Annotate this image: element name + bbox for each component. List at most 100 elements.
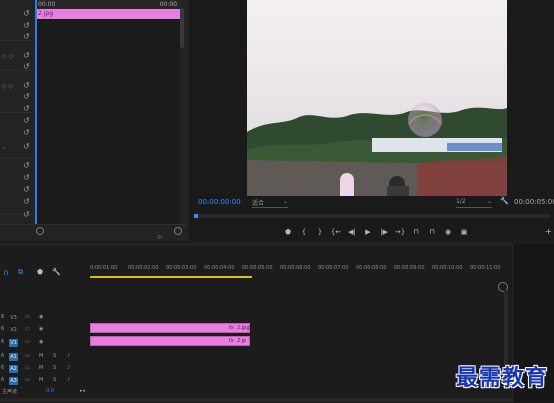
video-track-header: 6 V2 ▭ ◉: [0, 324, 88, 336]
scrollbar[interactable]: [504, 290, 508, 370]
track-target-button[interactable]: V1: [9, 339, 18, 347]
solo-button[interactable]: S: [53, 353, 56, 359]
wrench-icon[interactable]: 🔧: [52, 268, 61, 276]
reset-icon[interactable]: ↺: [23, 52, 31, 60]
reset-icon[interactable]: ↺: [23, 211, 31, 219]
video-preview: [247, 0, 507, 196]
solo-button[interactable]: S: [53, 365, 56, 371]
fit-dropdown[interactable]: 适合 ⌄: [252, 198, 288, 208]
film-icon[interactable]: ▭: [25, 339, 30, 345]
reset-icon[interactable]: ↺: [23, 22, 31, 30]
ruler-tick: 00:00:05:00: [242, 265, 273, 271]
reset-icon[interactable]: ↺: [23, 63, 31, 71]
ruler-start: 00:00: [38, 1, 56, 8]
add-marker-button[interactable]: ⬟: [280, 226, 296, 238]
reset-icon[interactable]: ↺: [23, 33, 31, 41]
audio-track-header: 6 A2 ▭ M S ♪: [0, 363, 88, 375]
playhead-marker[interactable]: [194, 214, 198, 218]
lift-button[interactable]: ⊓: [408, 226, 424, 238]
track-target-button[interactable]: A2: [9, 365, 18, 373]
dropdown-arrow-icon[interactable]: ⌄: [2, 144, 7, 151]
audio-track-header: 6 A1 ▭ M S ♪: [0, 351, 88, 363]
keyframe-toggle-icon[interactable]: ◇ ◇: [2, 83, 13, 90]
play-button[interactable]: ▶: [360, 226, 376, 238]
film-icon[interactable]: ▭: [25, 365, 30, 371]
track-target-button[interactable]: A1: [9, 353, 18, 361]
mark-out-button[interactable]: }: [312, 226, 328, 238]
export-frame-button[interactable]: ◉: [440, 226, 456, 238]
sync-lock-icon[interactable]: 6: [1, 339, 4, 345]
ruler-tick: 00:00:02:00: [128, 265, 159, 271]
eye-icon[interactable]: ◉: [39, 314, 43, 320]
add-button-icon[interactable]: +: [545, 227, 552, 236]
comparison-view-button[interactable]: ▣: [456, 226, 472, 238]
microphone-icon[interactable]: ♪: [67, 353, 70, 359]
reset-icon[interactable]: ↺: [23, 162, 31, 170]
wrench-icon[interactable]: 🔧: [500, 197, 509, 205]
mute-button[interactable]: M: [39, 353, 43, 359]
microphone-icon[interactable]: ♪: [67, 365, 70, 371]
clip-v2[interactable]: fx 2.jpg: [90, 323, 250, 333]
film-icon[interactable]: ▭: [25, 377, 30, 383]
mark-in-button[interactable]: {: [296, 226, 312, 238]
resolution-dropdown[interactable]: 1/2 ⌄: [456, 198, 492, 208]
extract-button[interactable]: ⊓: [424, 226, 440, 238]
master-value[interactable]: 0.0: [46, 388, 54, 394]
zoom-handle-icon[interactable]: [174, 227, 182, 235]
step-back-button[interactable]: ◀|: [344, 226, 360, 238]
reset-icon[interactable]: ↺: [23, 117, 31, 125]
marker-icon[interactable]: ⬟: [37, 268, 43, 276]
reset-icon[interactable]: ↺: [23, 143, 31, 151]
clip-v1[interactable]: fx 2.jp: [90, 336, 250, 346]
ruler-tick: 00:00:06:00: [280, 265, 311, 271]
chevron-down-icon: ⌄: [282, 198, 288, 205]
filter-icon[interactable]: ⊳: [157, 233, 163, 241]
reset-icon[interactable]: ↺: [23, 186, 31, 194]
reset-icon[interactable]: ↺: [23, 174, 31, 182]
video-frame: [247, 0, 507, 196]
reset-icon[interactable]: ↺: [23, 105, 31, 113]
ruler-tick: 00:00:10:00: [432, 265, 463, 271]
sync-lock-icon[interactable]: 6: [1, 353, 4, 359]
playback-scrubber[interactable]: [194, 214, 550, 218]
snap-icon[interactable]: ∩: [3, 268, 9, 277]
timeline-horizontal-scrollbar[interactable]: [0, 398, 512, 402]
keyframe-toggle-icon[interactable]: ◇ ◇: [2, 53, 13, 60]
master-track: 主声道 0.0 ▸◂: [0, 386, 88, 398]
current-timecode[interactable]: 00:00:00:00: [198, 198, 241, 206]
film-icon[interactable]: ▭: [25, 353, 30, 359]
sync-lock-icon[interactable]: 6: [1, 326, 4, 332]
effect-controls-playhead[interactable]: [35, 0, 37, 232]
reset-icon[interactable]: ↺: [23, 10, 31, 18]
eye-icon[interactable]: ◉: [39, 339, 43, 345]
film-icon[interactable]: ▭: [25, 314, 30, 320]
solo-button[interactable]: S: [53, 377, 56, 383]
step-forward-button[interactable]: |▶: [376, 226, 392, 238]
work-area-bar[interactable]: [90, 276, 252, 278]
eye-icon[interactable]: ◉: [39, 326, 43, 332]
timeline-ruler[interactable]: 0:00:01:00 00:00:02:00 00:00:03:00 00:00:04…: [90, 264, 501, 276]
track-target-button[interactable]: V3: [9, 314, 18, 322]
sync-lock-icon[interactable]: 6: [1, 377, 4, 383]
effect-controls-ruler[interactable]: 00:00 00:00: [35, 0, 180, 9]
mute-button[interactable]: M: [39, 365, 43, 371]
track-target-button[interactable]: V2: [9, 326, 18, 334]
mute-button[interactable]: M: [39, 377, 43, 383]
go-to-out-button[interactable]: →}: [392, 226, 408, 238]
reset-icon[interactable]: ↺: [23, 82, 31, 90]
reset-icon[interactable]: ↺: [23, 93, 31, 101]
film-icon[interactable]: ▭: [25, 326, 30, 332]
sync-lock-icon[interactable]: 6: [1, 365, 4, 371]
microphone-icon[interactable]: ♪: [67, 377, 70, 383]
go-to-in-button[interactable]: {←: [328, 226, 344, 238]
reset-icon[interactable]: ↺: [23, 129, 31, 137]
linked-selection-icon[interactable]: ⧉: [18, 268, 23, 277]
effect-controls-timeline[interactable]: [35, 0, 180, 232]
fit-label: 适合: [252, 200, 265, 207]
scrollbar[interactable]: [180, 8, 184, 48]
zoom-handle-icon[interactable]: [36, 227, 44, 235]
track-target-button[interactable]: A3: [9, 377, 18, 385]
effect-controls-clip[interactable]: 2.jpg: [35, 9, 180, 19]
sync-lock-icon[interactable]: 6: [1, 314, 4, 320]
reset-icon[interactable]: ↺: [23, 198, 31, 206]
